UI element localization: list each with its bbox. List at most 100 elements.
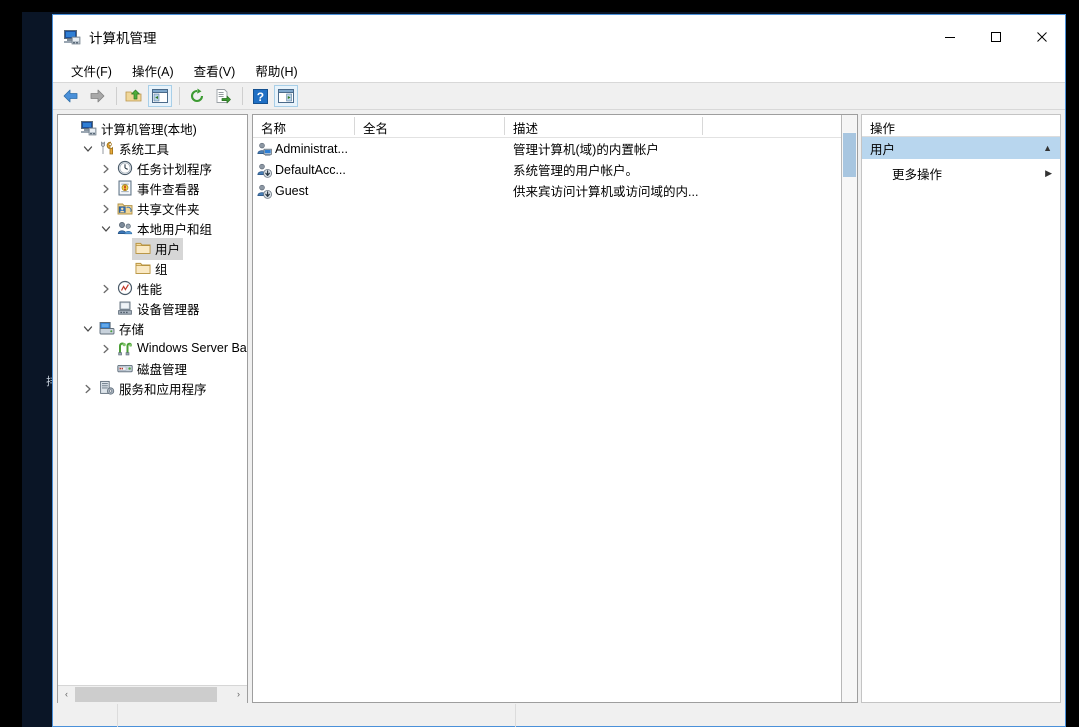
storage-icon <box>99 320 115 336</box>
chevron-right-icon[interactable] <box>80 381 96 397</box>
chevron-right-icon[interactable] <box>98 181 114 197</box>
services-applications-icon <box>99 380 115 396</box>
tree-item-label: 本地用户和组 <box>137 222 213 237</box>
window-titlebar[interactable]: 计算机管理 <box>53 15 1065 59</box>
column-header-name[interactable]: 名称 <box>253 115 355 137</box>
maximize-button[interactable] <box>973 15 1019 59</box>
table-row[interactable]: DefaultAcc... 系统管理的用户帐户。 <box>253 159 857 180</box>
tree-item-disk-management[interactable]: 磁盘管理 <box>58 359 247 379</box>
minimize-button[interactable] <box>927 15 973 59</box>
console-tree-pane: 计算机管理(本地) 系统工具任务计划程序 事件查看器共享文件夹本地用户和组用户组性能… <box>57 114 248 703</box>
column-header-description[interactable]: 描述 <box>505 115 703 137</box>
scroll-thumb[interactable] <box>843 133 856 177</box>
chevron-right-icon[interactable] <box>98 281 114 297</box>
cell-description: 供来宾访问计算机或访问域的内... <box>513 185 699 199</box>
user-disabled-icon <box>256 162 272 178</box>
window-title: 计算机管理 <box>89 31 157 46</box>
tree-item-label: 用户 <box>155 242 181 257</box>
up-folder-icon[interactable] <box>122 85 146 107</box>
console-tree[interactable]: 计算机管理(本地) 系统工具任务计划程序 事件查看器共享文件夹本地用户和组用户组性能… <box>58 115 247 685</box>
tree-item-shared-folders[interactable]: 共享文件夹 <box>58 199 247 219</box>
actions-group-label: 用户 <box>870 142 896 157</box>
show-hide-tree-icon[interactable] <box>148 85 172 107</box>
table-row[interactable]: Guest 供来宾访问计算机或访问域的内... <box>253 180 857 201</box>
column-header-blank[interactable] <box>703 115 833 137</box>
user-name-label: Guest <box>275 183 309 198</box>
tree-item-label: 系统工具 <box>119 142 170 157</box>
status-segment-1 <box>53 703 118 727</box>
desktop-edge-top <box>0 0 1079 12</box>
scroll-track-top <box>843 115 856 132</box>
scroll-left-arrow-icon[interactable]: ‹ <box>58 685 75 703</box>
users-list[interactable]: Administrat... 管理计算机(域)的内置帐户 DefaultAcc...… <box>253 138 857 702</box>
menu-action[interactable]: 操作(A) <box>122 59 184 82</box>
computer-management-icon <box>81 120 97 136</box>
list-column-headers: 名称 全名 描述 <box>253 115 857 138</box>
cell-name: Administrat... <box>253 141 355 157</box>
svg-text:?: ? <box>256 89 263 103</box>
tree-item-computer-management[interactable]: 计算机管理(本地) <box>58 119 247 139</box>
menu-view[interactable]: 查看(V) <box>184 59 246 82</box>
help-icon[interactable]: ? <box>248 85 272 107</box>
action-label: 更多操作 <box>892 167 943 182</box>
refresh-icon[interactable] <box>185 85 209 107</box>
user-name-label: DefaultAcc... <box>275 162 346 177</box>
tree-item-task-scheduler[interactable]: 任务计划程序 <box>58 159 247 179</box>
computer-management-window: 计算机管理 文件(F) 操作(A) 查看(V) 帮助(H) ? 计算机管理(本地… <box>52 14 1066 727</box>
tree-item-storage[interactable]: 存储 <box>58 319 247 339</box>
list-vertical-scrollbar[interactable] <box>841 115 857 702</box>
local-users-groups-icon <box>117 220 133 236</box>
tree-item-label: 事件查看器 <box>137 182 200 197</box>
tree-item-windows-server-backup[interactable]: Windows Server Back <box>58 339 247 359</box>
chevron-down-icon[interactable] <box>80 141 96 157</box>
tree-item-label: 存储 <box>119 322 145 337</box>
user-disabled-icon <box>256 183 272 199</box>
tree-item-performance[interactable]: 性能 <box>58 279 247 299</box>
tree-item-local-users-and-groups[interactable]: 本地用户和组 <box>58 219 247 239</box>
tree-item-label: 服务和应用程序 <box>119 382 207 397</box>
chevron-right-icon[interactable] <box>98 341 114 357</box>
back-arrow-icon[interactable] <box>59 85 83 107</box>
user-name-label: Administrat... <box>275 141 348 156</box>
cell-description: 系统管理的用户帐户。 <box>513 164 639 178</box>
scroll-thumb[interactable] <box>75 686 217 702</box>
tree-item-services-and-applications[interactable]: 服务和应用程序 <box>58 379 247 399</box>
actions-group-users[interactable]: 用户 ▲ <box>862 137 1060 159</box>
tree-item-device-manager[interactable]: 设备管理器 <box>58 299 247 319</box>
tree-item-system-tools[interactable]: 系统工具 <box>58 139 247 159</box>
close-button[interactable] <box>1019 15 1065 59</box>
windows-server-backup-icon <box>117 340 133 356</box>
tree-horizontal-scrollbar[interactable]: ‹ › <box>58 685 247 703</box>
tree-item-groups[interactable]: 组 <box>58 259 247 279</box>
chevron-up-icon[interactable]: ▲ <box>1043 143 1052 153</box>
tree-item-label: 任务计划程序 <box>137 162 213 177</box>
menubar: 文件(F) 操作(A) 查看(V) 帮助(H) <box>53 59 1065 82</box>
toolbar-separator <box>179 87 180 105</box>
tree-item-users[interactable]: 用户 <box>58 237 247 261</box>
chevron-down-icon[interactable] <box>80 321 96 337</box>
scroll-right-arrow-icon[interactable]: › <box>230 685 247 703</box>
chevron-down-icon[interactable] <box>98 221 114 237</box>
user-admin-icon <box>256 141 272 157</box>
forward-arrow-icon[interactable] <box>85 85 109 107</box>
menu-file[interactable]: 文件(F) <box>61 59 122 82</box>
table-row[interactable]: Administrat... 管理计算机(域)的内置帐户 <box>253 138 857 159</box>
tree-item-event-viewer[interactable]: 事件查看器 <box>58 179 247 199</box>
column-header-fullname[interactable]: 全名 <box>355 115 505 137</box>
tree-item-label: 设备管理器 <box>137 302 200 317</box>
chevron-right-icon[interactable] <box>98 161 114 177</box>
actions-pane-title: 操作 <box>862 115 1060 137</box>
scroll-track[interactable] <box>75 685 230 703</box>
screen: 排 计算机管理 <box>0 0 1079 727</box>
show-action-pane-icon[interactable] <box>274 85 298 107</box>
menu-help[interactable]: 帮助(H) <box>245 59 307 82</box>
export-list-icon[interactable] <box>211 85 235 107</box>
action-more-actions[interactable]: 更多操作 ▶ <box>862 162 1060 184</box>
chevron-right-icon[interactable] <box>98 201 114 217</box>
tree-item-label: 性能 <box>137 282 163 297</box>
tree-item-label: 组 <box>155 262 168 277</box>
tree-item-label: Windows Server Back <box>137 340 247 355</box>
